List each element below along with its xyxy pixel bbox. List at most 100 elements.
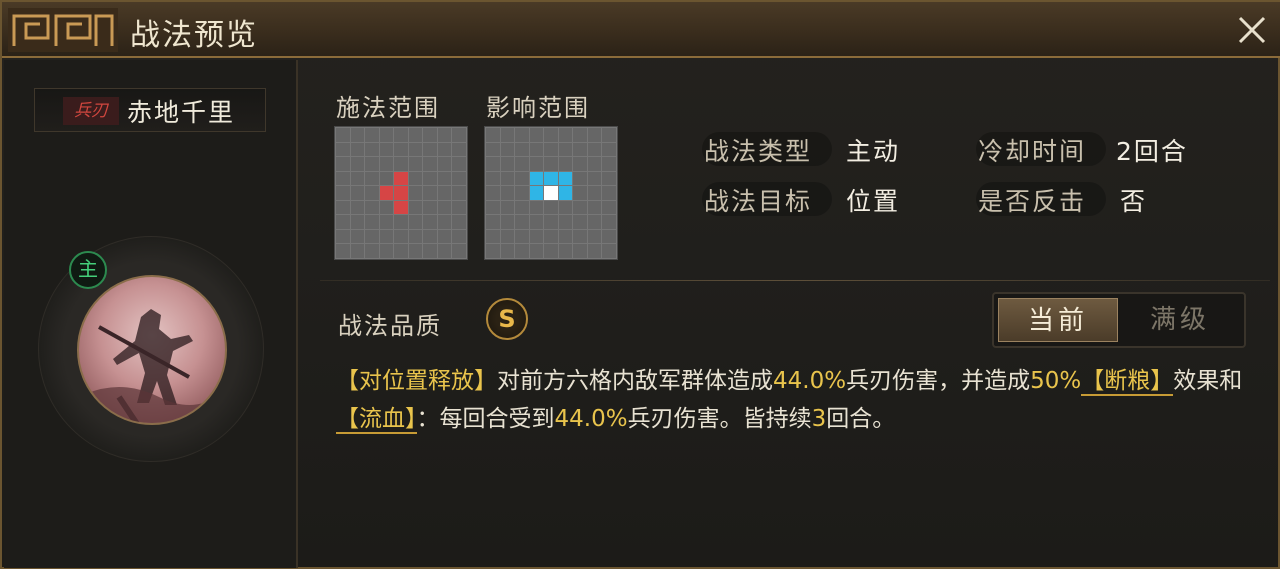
grid-cell — [379, 244, 394, 258]
grid-cell — [558, 157, 573, 171]
grid-cell — [408, 171, 423, 186]
grid-cell — [394, 186, 408, 200]
grid-cell — [515, 215, 529, 229]
grid-cell — [336, 244, 350, 258]
grid-cell — [500, 128, 515, 142]
quality-label: 战法品质 — [338, 312, 442, 340]
desc-text: 兵刃伤害，并造成 — [846, 368, 1031, 394]
grid-cell — [437, 186, 452, 200]
counter-value: 否 — [1120, 187, 1148, 216]
current-level-tab[interactable]: 当前 — [998, 298, 1118, 342]
cast-range-grid — [334, 126, 468, 260]
grid-cell — [573, 229, 587, 244]
grid-cell — [587, 229, 602, 244]
keyword-bleed-link[interactable]: 【流血】 — [336, 406, 417, 434]
grid-cell — [515, 186, 529, 200]
cooldown-value: 2回合 — [1116, 137, 1188, 166]
grid-cell — [486, 157, 500, 171]
grid-cell — [423, 229, 437, 244]
grid-cell — [408, 142, 423, 157]
grid-cell — [602, 128, 616, 142]
grid-cell — [336, 142, 350, 157]
grid-cell — [515, 244, 529, 258]
quality-grade-badge: S — [486, 298, 528, 340]
grid-cell — [336, 200, 350, 215]
desc-value: 44.0% — [554, 406, 628, 432]
grid-cell — [336, 229, 350, 244]
grid-cell — [544, 186, 558, 200]
grid-cell — [452, 128, 466, 142]
grid-cell — [573, 244, 587, 258]
grid-cell — [452, 171, 466, 186]
grid-cell — [408, 157, 423, 171]
grid-cell — [336, 171, 350, 186]
grid-cell — [336, 215, 350, 229]
grid-cell — [365, 229, 379, 244]
grid-cell — [486, 215, 500, 229]
grid-cell — [365, 244, 379, 258]
grid-cell — [437, 157, 452, 171]
grid-cell — [529, 215, 544, 229]
grid-cell — [452, 244, 466, 258]
grid-cell — [486, 142, 500, 157]
grid-cell — [573, 142, 587, 157]
grid-cell — [573, 186, 587, 200]
grid-cell — [544, 200, 558, 215]
grid-cell — [350, 128, 365, 142]
grid-cell — [379, 215, 394, 229]
desc-value: 44.0% — [773, 368, 847, 394]
grid-cell — [350, 186, 365, 200]
grid-cell — [558, 215, 573, 229]
grid-cell — [336, 157, 350, 171]
grid-cell — [350, 142, 365, 157]
skill-description: 【对位置释放】对前方六格内敌军群体造成44.0%兵刃伤害，并造成50%【断粮】效… — [336, 362, 1266, 438]
grid-cell — [529, 157, 544, 171]
max-level-tab[interactable]: 满级 — [1120, 298, 1240, 342]
desc-text: 对前方六格内敌军群体造成 — [497, 368, 773, 394]
grid-cell — [379, 142, 394, 157]
cast-range-label: 施法范围 — [336, 94, 440, 122]
grid-cell — [452, 142, 466, 157]
grid-cell — [437, 244, 452, 258]
grid-cell — [408, 128, 423, 142]
grid-cell — [558, 229, 573, 244]
grid-cell — [394, 128, 408, 142]
grid-cell — [500, 244, 515, 258]
desc-text: 兵刃伤害。皆持续 — [627, 406, 812, 432]
grid-cell — [573, 215, 587, 229]
grid-cell — [500, 229, 515, 244]
grid-cell — [350, 229, 365, 244]
desc-value: 3 — [811, 406, 827, 432]
grid-cell — [587, 128, 602, 142]
grid-cell — [394, 244, 408, 258]
grid-cell — [529, 128, 544, 142]
grid-cell — [365, 200, 379, 215]
grid-cell — [408, 200, 423, 215]
grid-cell — [486, 186, 500, 200]
desc-text: 回合。 — [826, 406, 896, 432]
desc-tag-release: 【对位置释放】 — [336, 368, 497, 394]
keyword-starve-link[interactable]: 【断粮】 — [1081, 368, 1174, 396]
grid-cell — [379, 229, 394, 244]
active-skill-badge: 主 — [69, 251, 107, 289]
grid-cell — [365, 171, 379, 186]
grid-cell — [394, 157, 408, 171]
grid-cell — [529, 186, 544, 200]
grid-cell — [379, 186, 394, 200]
grid-cell — [544, 171, 558, 186]
counter-key: 是否反击 — [978, 187, 1087, 216]
grid-cell — [515, 157, 529, 171]
grid-cell — [587, 200, 602, 215]
grid-cell — [529, 244, 544, 258]
grid-cell — [452, 229, 466, 244]
skill-name-box: 兵刃 赤地千里 — [34, 88, 266, 132]
grid-cell — [558, 186, 573, 200]
grid-cell — [423, 186, 437, 200]
grid-cell — [573, 171, 587, 186]
grid-cell — [394, 229, 408, 244]
grid-cell — [350, 244, 365, 258]
grid-cell — [452, 157, 466, 171]
grid-cell — [486, 200, 500, 215]
close-icon[interactable] — [1234, 12, 1270, 48]
grid-cell — [336, 186, 350, 200]
